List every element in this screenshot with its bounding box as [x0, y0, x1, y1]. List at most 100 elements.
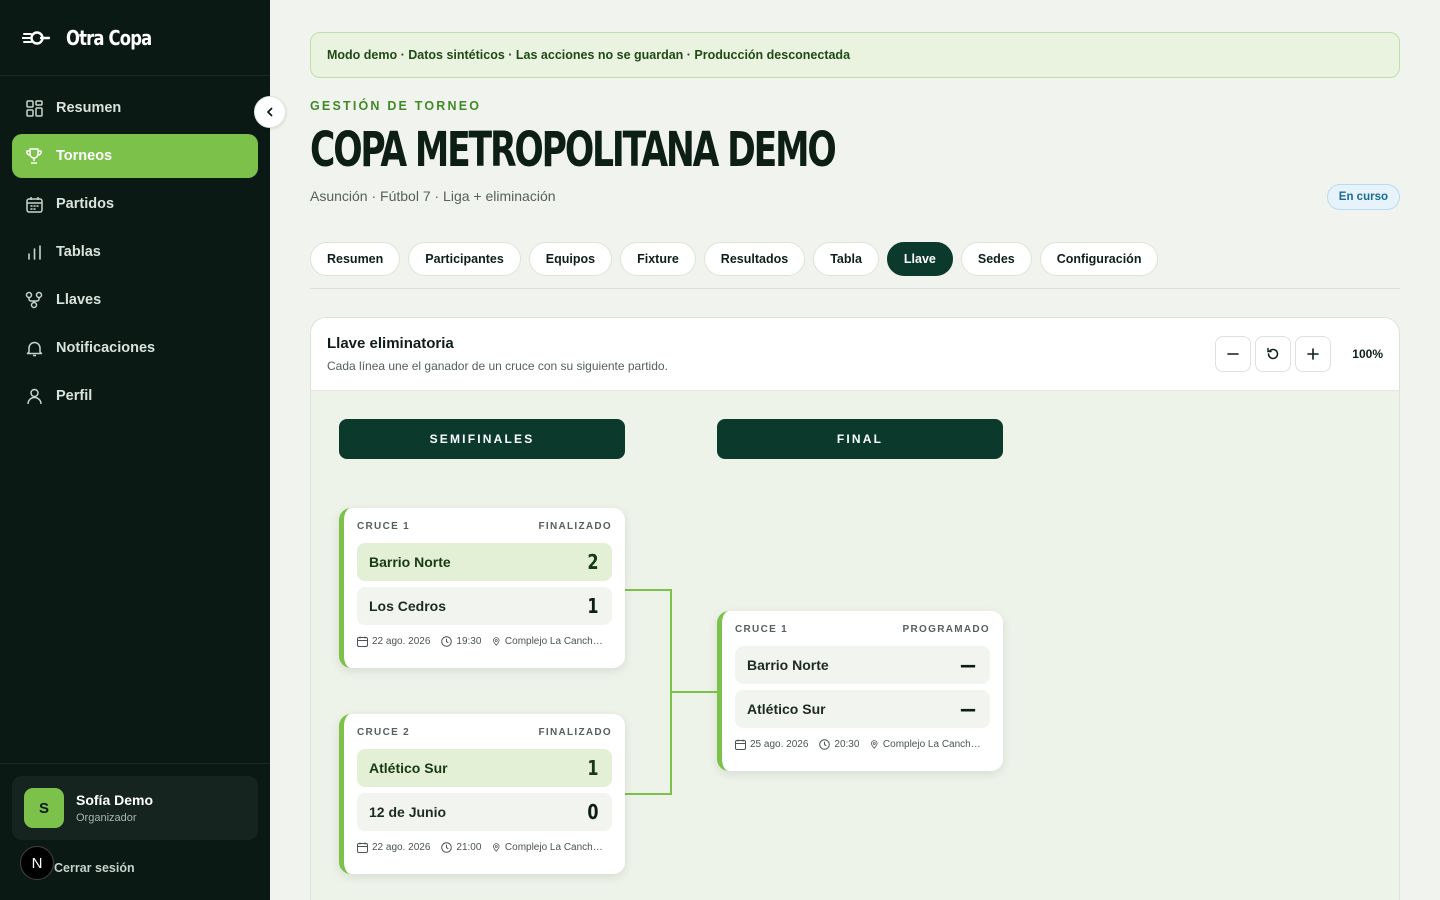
- match-card[interactable]: CRUCE 1 FINALIZADO Barrio Norte 2 Los Ce…: [339, 508, 625, 668]
- match-venue: Complejo La Cancha Central: [882, 739, 982, 750]
- user-role: Organizador: [76, 812, 137, 824]
- location-pin-icon: [493, 843, 500, 852]
- team-score: 0: [587, 800, 599, 824]
- zoom-out-button[interactable]: [1215, 336, 1251, 372]
- zoom-in-button[interactable]: [1295, 336, 1331, 372]
- tab-equipos[interactable]: Equipos: [528, 242, 613, 276]
- match-date: 25 ago. 2026: [750, 739, 809, 750]
- team-score: 2: [587, 550, 599, 574]
- zoom-controls: 100%: [1211, 336, 1383, 372]
- match-venue: Complejo La Cancha Central: [504, 842, 604, 853]
- clock-icon: [441, 636, 453, 647]
- match-time: 20:30: [834, 739, 860, 750]
- tab-fixture[interactable]: Fixture: [620, 242, 696, 276]
- match-label: CRUCE 1: [735, 624, 788, 635]
- tab-resumen[interactable]: Resumen: [310, 242, 401, 276]
- tab-participantes[interactable]: Participantes: [408, 242, 521, 276]
- match-label: CRUCE 2: [357, 727, 410, 738]
- match-meta: 22 ago. 2026 21:00 Complejo La Cancha Ce…: [357, 842, 615, 853]
- match-status: PROGRAMADO: [902, 624, 990, 635]
- brand[interactable]: Otra Copa: [0, 0, 270, 76]
- chevron-left-icon: [267, 107, 273, 117]
- sidebar-item-torneos[interactable]: Torneos: [12, 134, 258, 178]
- tab-tabla[interactable]: Tabla: [813, 242, 879, 276]
- location-pin-icon: [871, 740, 878, 749]
- sidebar-item-label: Llaves: [56, 292, 102, 308]
- zoom-reset-button[interactable]: [1255, 336, 1291, 372]
- sidebar-item-resumen[interactable]: Resumen: [12, 86, 258, 130]
- tab-sedes[interactable]: Sedes: [960, 242, 1032, 276]
- clock-icon: [441, 842, 453, 853]
- dev-badge[interactable]: N: [20, 846, 54, 880]
- team-name: Atlético Sur: [747, 701, 826, 717]
- round-header-final: FINAL: [717, 419, 1003, 459]
- status-badge: En curso: [1326, 184, 1400, 210]
- sidebar-item-label: Torneos: [56, 148, 113, 164]
- team-score: —: [960, 653, 976, 677]
- match-venue: Complejo La Cancha Central: [504, 636, 604, 647]
- divider: [310, 288, 1400, 289]
- match-time: 19:30: [456, 636, 482, 647]
- team-row: 12 de Junio 0: [357, 793, 612, 831]
- grid-icon: [25, 99, 43, 117]
- match-date: 22 ago. 2026: [372, 636, 431, 647]
- clock-icon: [819, 739, 831, 750]
- user-card[interactable]: S Sofía Demo Organizador: [12, 776, 258, 840]
- bracket-title: Llave eliminatoria: [327, 335, 454, 352]
- round-header-semifinales: SEMIFINALES: [339, 419, 625, 459]
- bracket-description: Cada línea une el ganador de un cruce co…: [327, 359, 668, 373]
- location-pin-icon: [493, 637, 500, 646]
- match-label: CRUCE 1: [357, 521, 410, 532]
- calendar-icon: [735, 739, 746, 750]
- sidebar-item-llaves[interactable]: Llaves: [12, 278, 258, 322]
- calendar-icon: [357, 636, 368, 647]
- team-row: Barrio Norte —: [735, 646, 990, 684]
- minus-icon: [1227, 353, 1239, 355]
- tab-resultados[interactable]: Resultados: [703, 242, 806, 276]
- sidebar-item-perfil[interactable]: Perfil: [12, 374, 258, 418]
- sidebar-item-label: Tablas: [56, 244, 101, 260]
- match-card[interactable]: CRUCE 1 PROGRAMADO Barrio Norte — Atléti…: [717, 611, 1003, 771]
- team-row-winner: Atlético Sur 1: [357, 749, 612, 787]
- bracket-panel: Llave eliminatoria Cada línea une el gan…: [310, 317, 1400, 900]
- team-name: Barrio Norte: [369, 554, 451, 570]
- sidebar-item-label: Resumen: [56, 100, 122, 116]
- team-name: 12 de Junio: [369, 804, 447, 820]
- user-icon: [25, 387, 43, 405]
- collapse-sidebar-button[interactable]: [254, 96, 286, 128]
- team-row: Atlético Sur —: [735, 690, 990, 728]
- sidebar-item-notificaciones[interactable]: Notificaciones: [12, 326, 258, 370]
- team-name: Barrio Norte: [747, 657, 829, 673]
- match-date: 22 ago. 2026: [372, 842, 431, 853]
- tab-configuracion[interactable]: Configuración: [1039, 242, 1159, 276]
- page-title: COPA METROPOLITANA DEMO: [310, 122, 837, 178]
- page-eyebrow: GESTIÓN DE TORNEO: [310, 99, 482, 113]
- sidebar-item-label: Notificaciones: [56, 340, 156, 356]
- user-name: Sofía Demo: [76, 792, 154, 808]
- page-subtitle: Asunción · Fútbol 7 · Liga + eliminación: [310, 188, 556, 204]
- zoom-level: 100%: [1352, 347, 1383, 361]
- bar-chart-icon: [25, 243, 43, 261]
- team-score: 1: [587, 594, 599, 618]
- match-card[interactable]: CRUCE 2 FINALIZADO Atlético Sur 1 12 de …: [339, 714, 625, 874]
- reset-icon: [1267, 347, 1279, 360]
- logout-link[interactable]: Cerrar sesión: [54, 861, 135, 875]
- trophy-icon: [25, 147, 43, 165]
- sidebar-item-tablas[interactable]: Tablas: [12, 230, 258, 274]
- sidebar-footer: S Sofía Demo Organizador Cerrar sesión N: [0, 763, 270, 880]
- app-name: Otra Copa: [66, 25, 152, 50]
- match-meta: 22 ago. 2026 19:30 Complejo La Cancha Ce…: [357, 636, 615, 647]
- calendar-icon: [25, 195, 43, 213]
- tab-bar: Resumen Participantes Equipos Fixture Re…: [310, 242, 1166, 276]
- team-score: —: [960, 697, 976, 721]
- sidebar: Otra Copa Resumen Torneos Partidos Tabla…: [0, 0, 270, 900]
- bracket-connector: [623, 589, 717, 795]
- tab-llave[interactable]: Llave: [886, 242, 953, 276]
- match-time: 21:00: [456, 842, 482, 853]
- team-name: Atlético Sur: [369, 760, 448, 776]
- sidebar-item-partidos[interactable]: Partidos: [12, 182, 258, 226]
- sidebar-item-label: Partidos: [56, 196, 115, 212]
- team-name: Los Cedros: [369, 598, 447, 614]
- logo-icon: [22, 30, 50, 45]
- team-row: Los Cedros 1: [357, 587, 612, 625]
